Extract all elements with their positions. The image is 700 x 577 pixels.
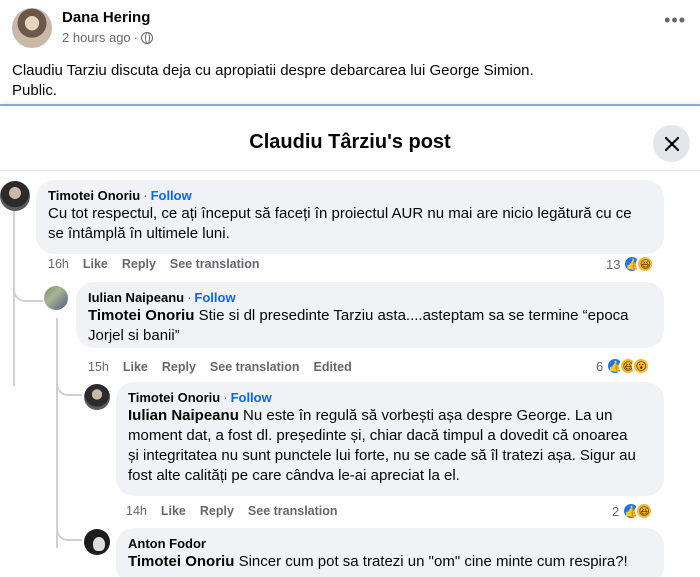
mention-link[interactable]: Timotei Onoriu [128, 553, 234, 570]
mention-link[interactable]: Iulian Naipeanu [128, 407, 239, 424]
post-meta: 2 hours ago · [62, 30, 154, 45]
commenter-name[interactable]: Anton Fodor [128, 535, 206, 552]
see-translation-link[interactable]: See translation [248, 504, 338, 518]
post-modal: Claudiu Târziu's post Timotei Onoriu · F… [0, 106, 700, 577]
comment-actions: 15h Like Reply See translation Edited [88, 360, 366, 374]
haha-reaction-icon: 😆 [635, 502, 654, 520]
follow-button[interactable]: Follow [194, 289, 235, 306]
post-author-name[interactable]: Dana Hering [62, 9, 150, 26]
thread-line [56, 318, 58, 548]
reaction-summary[interactable]: 6 👍 😆 😮 [596, 357, 651, 375]
commenter-avatar[interactable] [0, 181, 30, 211]
comment-bubble: Anton Fodor Timotei Onoriu Sincer cum po… [116, 528, 664, 577]
wow-reaction-icon: 😮 [632, 357, 651, 375]
comment-time[interactable]: 14h [126, 504, 147, 518]
follow-button[interactable]: Follow [231, 389, 272, 406]
reaction-count: 13 [606, 256, 621, 272]
like-button[interactable]: Like [161, 504, 186, 518]
post-text-line-2: Public. [12, 82, 58, 99]
reaction-count: 2 [612, 503, 620, 519]
like-button[interactable]: Like [83, 257, 108, 271]
comment-time[interactable]: 16h [48, 257, 69, 271]
author-avatar[interactable] [12, 8, 52, 48]
comment-text: Timotei Onoriu Stie si dl presedinte Tar… [88, 307, 629, 344]
reaction-summary[interactable]: 2 👍 😆 [612, 502, 654, 520]
comment-actions: 14h Like Reply See translation [126, 504, 352, 518]
thread-connector [56, 521, 82, 541]
comment-text: Cu tot respectul, ce ați început să face… [48, 205, 632, 242]
post-text: Claudiu Tarziu discuta deja cu apropiati… [12, 61, 534, 101]
reply-button[interactable]: Reply [162, 360, 196, 374]
post-header-area: Dana Hering 2 hours ago · ••• Claudiu Ta… [0, 0, 700, 104]
haha-reaction-icon: 😆 [636, 255, 655, 273]
comment-text: Timotei Onoriu Sincer cum pot sa tratezi… [128, 553, 628, 570]
modal-header-separator [0, 170, 700, 171]
like-button[interactable]: Like [123, 360, 148, 374]
commenter-name[interactable]: Timotei Onoriu [48, 187, 140, 204]
comment-bubble: Iulian Naipeanu · Follow Timotei Onoriu … [76, 282, 664, 348]
thread-connector [13, 282, 43, 302]
edited-label[interactable]: Edited [314, 360, 352, 374]
more-options-button[interactable]: ••• [664, 10, 686, 30]
commenter-avatar[interactable] [84, 384, 110, 410]
follow-button[interactable]: Follow [151, 187, 192, 204]
post-time[interactable]: 2 hours ago [62, 30, 131, 45]
reply-button[interactable]: Reply [200, 504, 234, 518]
commenter-avatar[interactable] [44, 286, 68, 310]
reaction-summary[interactable]: 13 👍 😆 [606, 255, 655, 273]
close-icon [664, 136, 679, 151]
see-translation-link[interactable]: See translation [170, 257, 260, 271]
comment-bubble: Timotei Onoriu · Follow Cu tot respectul… [36, 180, 664, 254]
post-text-line-1: Claudiu Tarziu discuta deja cu apropiati… [12, 62, 534, 79]
thread-connector [56, 376, 82, 396]
commenter-avatar[interactable] [84, 529, 110, 555]
reaction-count: 6 [596, 358, 604, 374]
mention-link[interactable]: Timotei Onoriu [88, 307, 194, 324]
modal-title: Claudiu Târziu's post [249, 131, 451, 153]
close-button[interactable] [653, 125, 690, 162]
commenter-name[interactable]: Iulian Naipeanu [88, 289, 184, 306]
comment-text: Iulian Naipeanu Nu este în regulă să vor… [128, 407, 636, 484]
globe-icon [141, 31, 154, 44]
thread-line [13, 210, 15, 386]
commenter-name[interactable]: Timotei Onoriu [128, 389, 220, 406]
comment-actions: 16h Like Reply See translation [48, 257, 274, 271]
comment-bubble: Timotei Onoriu · Follow Iulian Naipeanu … [116, 382, 664, 496]
reply-button[interactable]: Reply [122, 257, 156, 271]
comment-time[interactable]: 15h [88, 360, 109, 374]
see-translation-link[interactable]: See translation [210, 360, 300, 374]
